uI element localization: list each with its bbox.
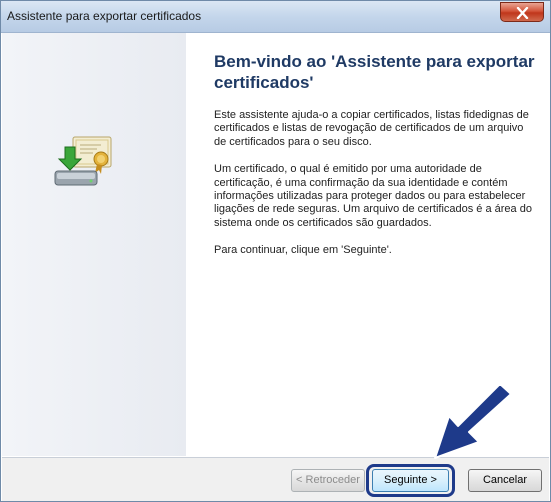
- export-wizard-window: Assistente para exportar certificados Be…: [0, 0, 551, 502]
- definition-paragraph: Um certificado, o qual é emitido por uma…: [214, 163, 532, 229]
- close-icon: [516, 7, 529, 19]
- wizard-side-panel: [2, 33, 186, 456]
- certificate-export-icon: [54, 136, 112, 186]
- wizard-heading: Bem-vindo ao 'Assistente para exportar c…: [214, 52, 535, 92]
- continue-paragraph: Para continuar, clique em 'Seguinte'.: [214, 244, 392, 257]
- next-button[interactable]: Seguinte >: [372, 469, 449, 492]
- window-title: Assistente para exportar certificados: [7, 9, 202, 23]
- back-button[interactable]: < Retroceder: [291, 469, 365, 492]
- pointer-arrow-icon: [434, 386, 512, 459]
- title-bar[interactable]: Assistente para exportar certificados: [1, 1, 550, 33]
- wizard-content: Bem-vindo ao 'Assistente para exportar c…: [206, 51, 536, 272]
- close-button[interactable]: [500, 2, 544, 22]
- cancel-button[interactable]: Cancelar: [468, 469, 542, 492]
- intro-paragraph: Este assistente ajuda-o a copiar certifi…: [214, 109, 529, 148]
